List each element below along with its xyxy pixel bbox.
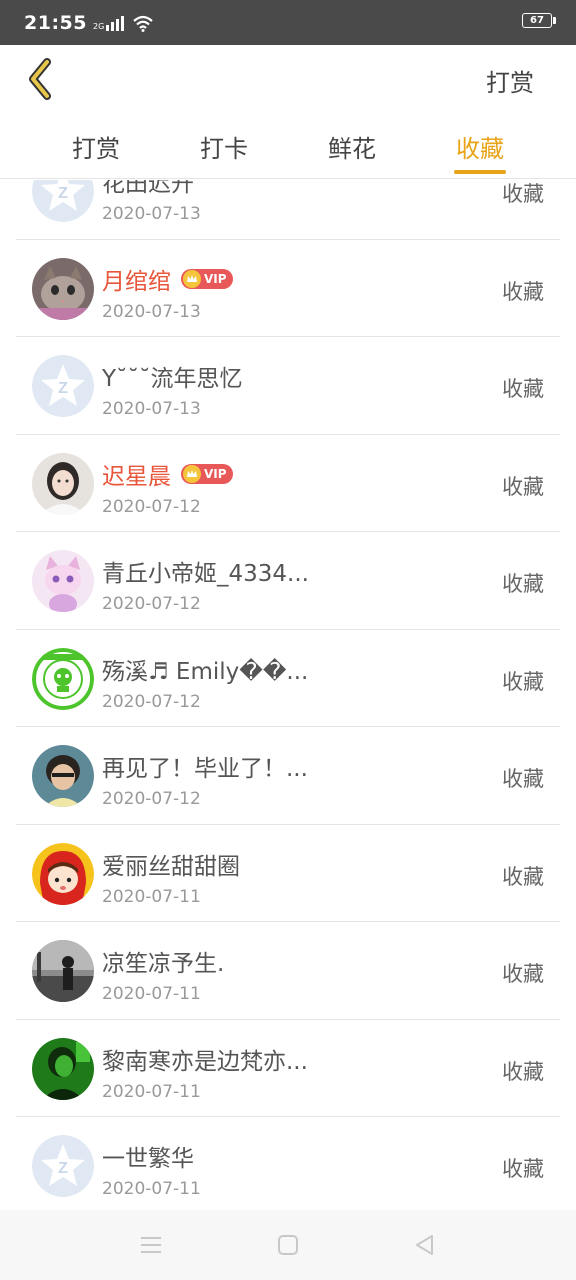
- list-item[interactable]: 爱丽丝甜甜圈 2020-07-11 收藏: [16, 825, 560, 922]
- street-photo-icon: [32, 940, 94, 1002]
- default-avatar-icon: Z: [32, 180, 94, 222]
- home-icon: [278, 1235, 298, 1255]
- avatar: [32, 647, 94, 710]
- list-item[interactable]: 殇溪♬ Emily��... 2020-07-12 收藏: [16, 630, 560, 727]
- tab-checkin[interactable]: 打卡: [174, 129, 274, 164]
- woman-photo-icon: [32, 452, 94, 515]
- avatar: [32, 745, 94, 807]
- action-label: 收藏: [502, 377, 544, 401]
- action-label: 收藏: [502, 182, 544, 206]
- date: 2020-07-11: [102, 984, 201, 1004]
- action-label: 收藏: [502, 962, 544, 986]
- green-portrait-icon: [32, 1037, 94, 1100]
- back-button[interactable]: [16, 55, 64, 103]
- date: 2020-07-13: [102, 399, 201, 419]
- action-label: 收藏: [502, 1059, 544, 1084]
- favorites-list: Z 花田迟开 2020-07-13 收藏 月绾绾 VIP 2020-07-13 …: [16, 180, 560, 1210]
- avatar: [32, 1037, 94, 1100]
- date: 2020-07-12: [102, 789, 201, 809]
- battery-icon: 67: [522, 13, 552, 28]
- avatar: [32, 452, 94, 515]
- action-label: 收藏: [502, 1157, 544, 1181]
- avatar: Z: [32, 180, 94, 222]
- signal-icon: 2G: [93, 15, 126, 31]
- wifi-icon: [133, 15, 154, 32]
- user-name: 爱丽丝甜甜圈: [102, 853, 240, 880]
- user-name: 殇溪♬ Emily��...: [102, 658, 309, 685]
- list-item[interactable]: Z 一世繁华 2020-07-11 收藏: [16, 1117, 560, 1210]
- list-item[interactable]: 月绾绾 VIP 2020-07-13 收藏: [16, 240, 560, 337]
- action-label: 收藏: [502, 767, 544, 791]
- avatar: [32, 257, 94, 320]
- date: 2020-07-12: [102, 594, 201, 614]
- avatar: Z: [32, 355, 94, 417]
- list-item[interactable]: 青丘小帝姬_4334... 2020-07-12 收藏: [16, 532, 560, 630]
- avatar: [32, 940, 94, 1002]
- action-label: 收藏: [502, 279, 544, 304]
- avatar: [32, 842, 94, 905]
- list-item[interactable]: Z 花田迟开 2020-07-13 收藏: [16, 180, 560, 240]
- user-name: 凉笙凉予生.: [102, 951, 225, 977]
- status-time: 21:55: [24, 11, 87, 34]
- cat-photo-icon: [32, 257, 94, 320]
- user-name: 迟星晨: [102, 463, 171, 490]
- date: 2020-07-11: [102, 1081, 201, 1102]
- user-name: 一世繁华: [102, 1146, 194, 1172]
- reward-button[interactable]: 打赏: [486, 63, 534, 98]
- date: 2020-07-12: [102, 496, 201, 517]
- nav-home-button[interactable]: [275, 1232, 301, 1258]
- header: 打赏: [0, 45, 576, 115]
- tab-reward[interactable]: 打赏: [46, 129, 146, 164]
- svg-text:Z: Z: [58, 185, 68, 202]
- tab-bar: 打赏 打卡 鲜花 收藏: [0, 115, 576, 179]
- active-tab-indicator: [454, 170, 506, 174]
- user-name: 花田迟开: [102, 180, 194, 197]
- list-item[interactable]: 凉笙凉予生. 2020-07-11 收藏: [16, 922, 560, 1020]
- date: 2020-07-13: [102, 204, 201, 224]
- default-avatar-icon: Z: [32, 355, 94, 417]
- crown-icon: [183, 269, 201, 288]
- action-label: 收藏: [502, 669, 544, 694]
- user-name: Y˘˘˘流年思忆: [102, 366, 243, 392]
- system-nav-bar: [0, 1210, 576, 1280]
- back-icon: [416, 1235, 433, 1255]
- user-name: 再见了！毕业了！...: [102, 756, 308, 782]
- crown-icon: [183, 464, 201, 483]
- user-name: 黎南寒亦是边梵亦...: [102, 1048, 308, 1075]
- avatar: [32, 550, 94, 612]
- nav-menu-button[interactable]: [138, 1232, 164, 1258]
- vip-badge: VIP: [181, 268, 233, 289]
- network-label: 2G: [92, 21, 105, 31]
- child-photo-icon: [32, 745, 94, 807]
- green-badge-icon: [32, 647, 94, 710]
- vip-badge: VIP: [181, 463, 233, 484]
- date: 2020-07-12: [102, 691, 201, 712]
- list-item[interactable]: 再见了！毕业了！... 2020-07-12 收藏: [16, 727, 560, 825]
- red-hood-cartoon-icon: [32, 842, 94, 905]
- list-item[interactable]: 黎南寒亦是边梵亦... 2020-07-11 收藏: [16, 1020, 560, 1117]
- default-avatar-icon: Z: [32, 1135, 94, 1197]
- status-bar: 21:55 2G 67: [0, 0, 576, 45]
- chevron-left-icon: [29, 58, 51, 100]
- action-label: 收藏: [502, 864, 544, 889]
- list-item[interactable]: 迟星晨 VIP 2020-07-12 收藏: [16, 435, 560, 532]
- battery-level: 67: [530, 15, 544, 26]
- list-item[interactable]: Z Y˘˘˘流年思忆 2020-07-13 收藏: [16, 337, 560, 435]
- date: 2020-07-13: [102, 301, 201, 322]
- pink-cat-illustration-icon: [32, 550, 94, 612]
- avatar: Z: [32, 1135, 94, 1197]
- action-label: 收藏: [502, 474, 544, 499]
- svg-text:Z: Z: [58, 1160, 68, 1177]
- tab-flowers[interactable]: 鲜花: [302, 129, 402, 164]
- menu-icon: [141, 1237, 161, 1253]
- user-name: 青丘小帝姬_4334...: [102, 561, 309, 587]
- tab-favorites[interactable]: 收藏: [430, 129, 530, 164]
- date: 2020-07-11: [102, 886, 201, 907]
- date: 2020-07-11: [102, 1179, 201, 1199]
- nav-back-button[interactable]: [411, 1232, 437, 1258]
- action-label: 收藏: [502, 572, 544, 596]
- svg-text:Z: Z: [58, 380, 68, 397]
- user-name: 月绾绾: [102, 268, 171, 295]
